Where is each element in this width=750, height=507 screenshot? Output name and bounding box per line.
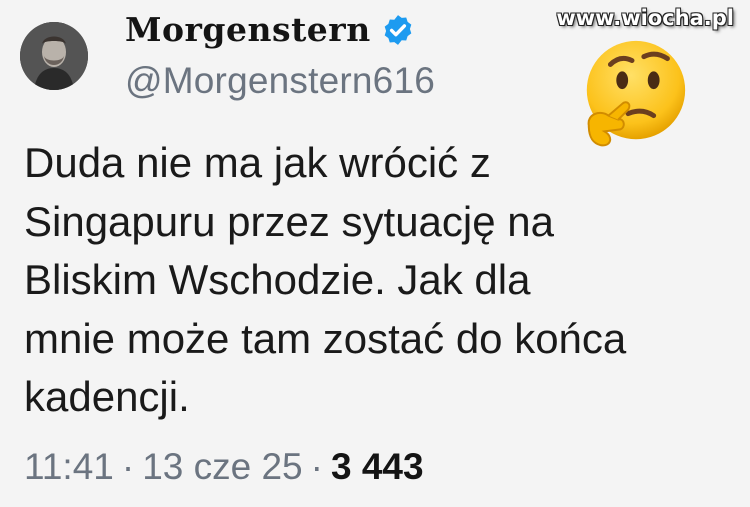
tweet-meta: 11:41 · 13 cze 25 · 3 443 [24,446,424,488]
user-handle[interactable]: @Morgenstern616 [125,60,435,102]
tweet-line: Singapuru przez sytuację na [24,197,554,245]
avatar[interactable] [20,22,88,90]
tweet-text: Duda nie ma jak wrócić z Singapuru przez… [24,134,724,427]
tweet-line: mnie może tam zostać do końca [24,314,627,362]
display-name[interactable]: Morgenstern [125,10,371,49]
profile-photo-icon [20,22,88,90]
view-count[interactable]: 3 443 [331,446,424,487]
author-name-row: Morgenstern [125,10,415,49]
tweet-date[interactable]: 13 cze 25 [142,446,302,487]
verified-badge-icon [384,14,412,45]
meta-separator: · [121,446,135,487]
meta-separator: · [310,446,323,487]
site-watermark: www.wiocha.pl [556,6,734,30]
tweet-line: kadencji. [24,373,190,420]
tweet-line: Duda nie ma jak wrócić z [24,139,491,186]
tweet-time[interactable]: 11:41 [24,446,114,487]
tweet-line: Bliskim Wschodzie. Jak dla [24,256,531,303]
